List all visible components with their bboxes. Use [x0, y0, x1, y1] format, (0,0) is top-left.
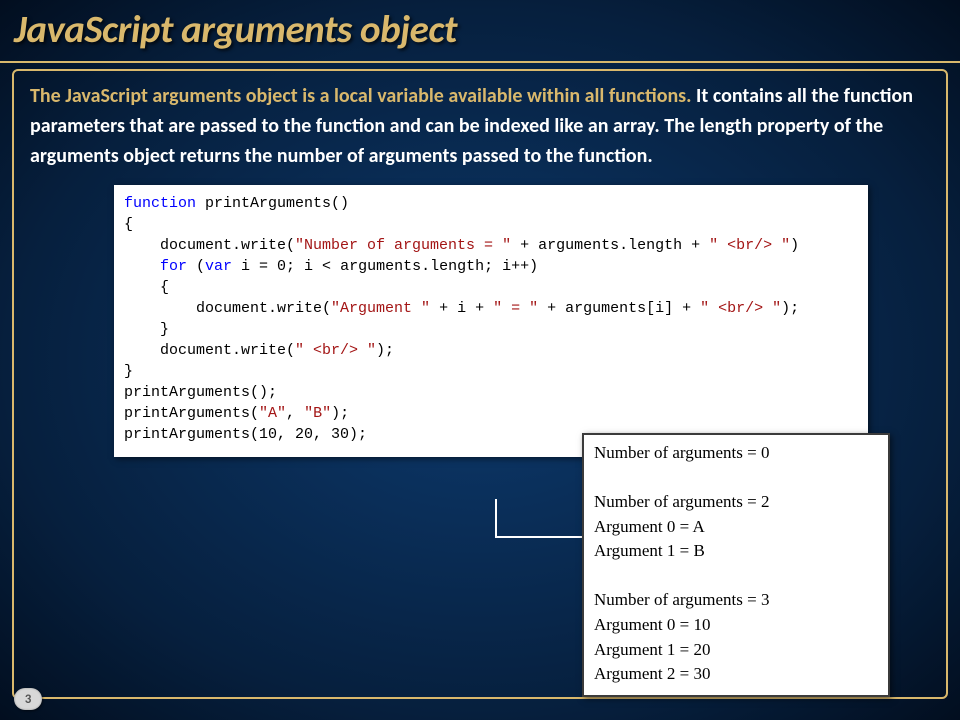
page-title: JavaScript arguments object	[0, 0, 960, 63]
code-line: function printArguments()	[124, 193, 858, 214]
output-line: Argument 1 = 20	[594, 638, 878, 663]
code-line: document.write("Argument " + i + " = " +…	[124, 298, 858, 319]
output-line	[594, 465, 878, 490]
code-line: document.write("Number of arguments = " …	[124, 235, 858, 256]
output-line: Number of arguments = 3	[594, 588, 878, 613]
output-line: Argument 0 = A	[594, 515, 878, 540]
description-text: The JavaScript arguments object is a loc…	[30, 81, 930, 171]
slide-number-badge: 3	[14, 688, 42, 710]
output-block: Number of arguments = 0 Number of argume…	[582, 433, 890, 697]
output-line: Argument 0 = 10	[594, 613, 878, 638]
output-line: Argument 2 = 30	[594, 662, 878, 687]
description-highlight: The JavaScript arguments object is a loc…	[30, 84, 692, 108]
code-line: printArguments("A", "B");	[124, 403, 858, 424]
code-line: }	[124, 319, 858, 340]
code-line: {	[124, 277, 858, 298]
output-line: Number of arguments = 0	[594, 441, 878, 466]
code-line: document.write(" <br/> ");	[124, 340, 858, 361]
code-block: function printArguments() { document.wri…	[114, 185, 868, 457]
output-line	[594, 564, 878, 589]
output-line: Number of arguments = 2	[594, 490, 878, 515]
code-line: printArguments();	[124, 382, 858, 403]
code-line: {	[124, 214, 858, 235]
output-line: Argument 1 = B	[594, 539, 878, 564]
content-box: The JavaScript arguments object is a loc…	[12, 69, 948, 699]
code-line: for (var i = 0; i < arguments.length; i+…	[124, 256, 858, 277]
code-line: }	[124, 361, 858, 382]
